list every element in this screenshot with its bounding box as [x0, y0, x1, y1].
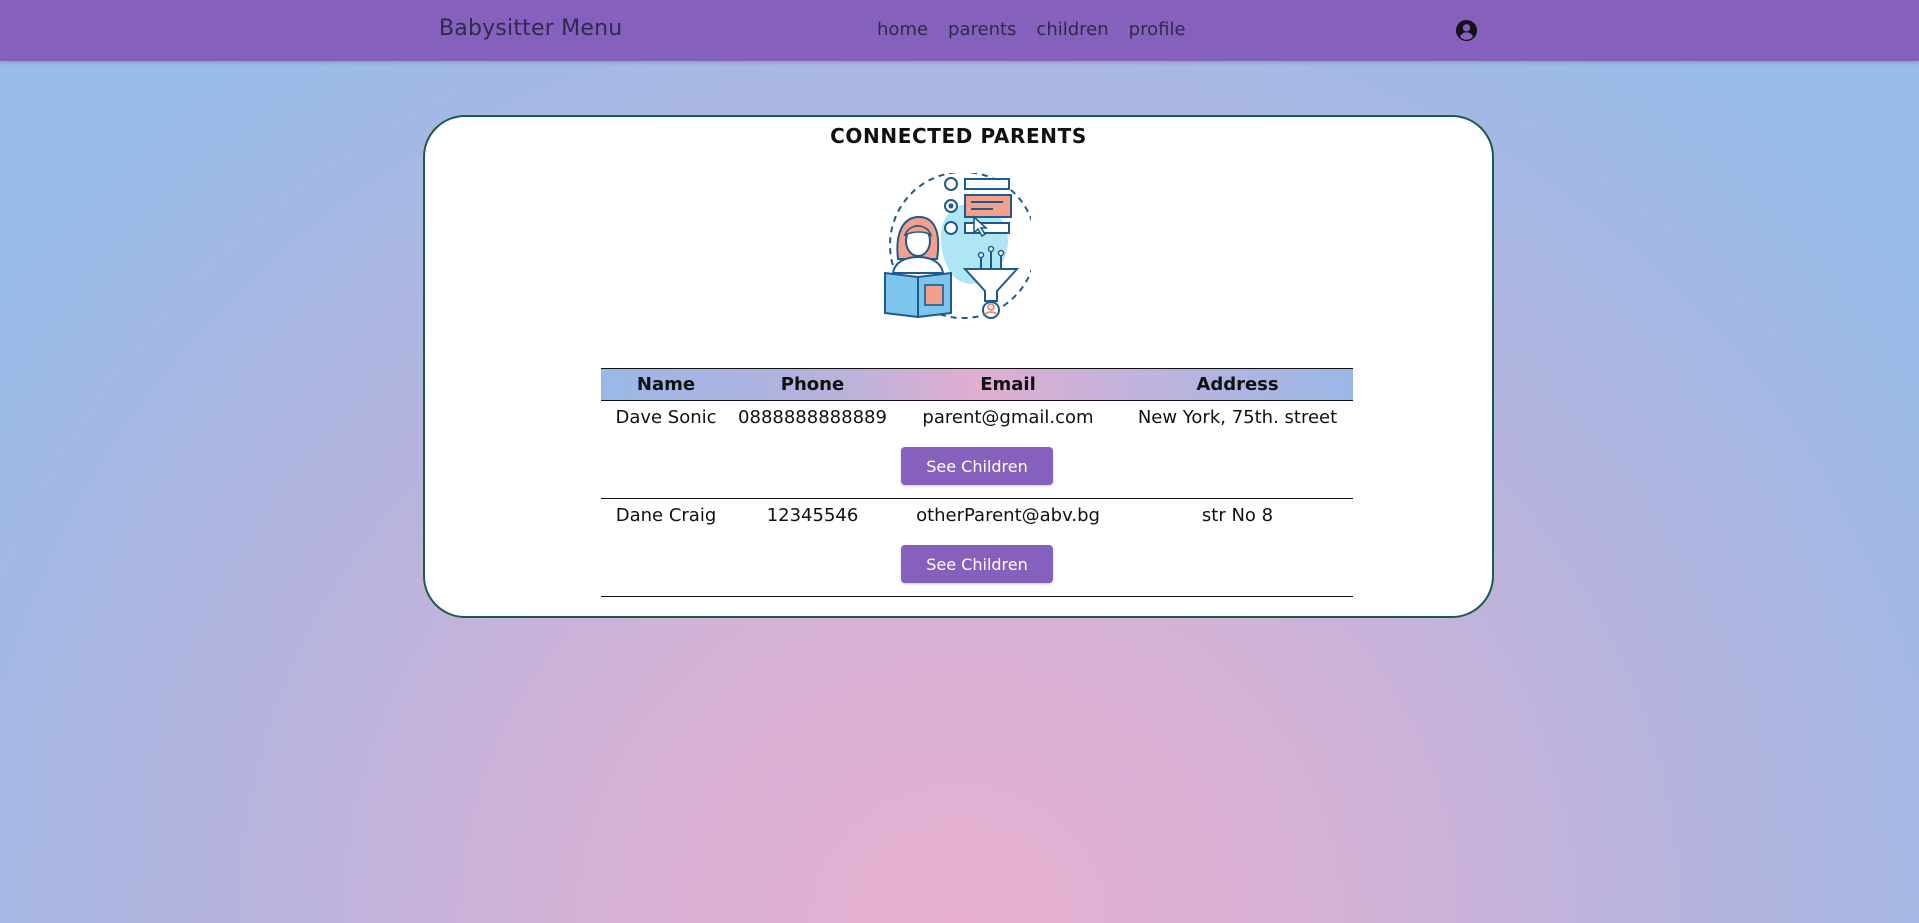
- nav-links: home parents children profile: [877, 19, 1186, 40]
- cell-address: str No 8: [1201, 505, 1274, 526]
- cell-email: parent@gmail.com: [922, 407, 1094, 428]
- column-header-phone: Phone: [780, 374, 845, 395]
- brand-title[interactable]: Babysitter Menu: [439, 16, 622, 41]
- connected-parents-card: CONNECTED PARENTS Name Phone Email Addre…: [423, 115, 1494, 618]
- parents-table: Name Phone Email Address Dave Sonic 0888…: [601, 368, 1353, 597]
- parent-reading-illustration: [884, 173, 1031, 319]
- table-row: Dane Craig 12345546 otherParent@abv.bg s…: [601, 499, 1353, 597]
- cell-address: New York, 75th. street: [1137, 407, 1338, 428]
- nav-link-profile[interactable]: profile: [1129, 19, 1186, 40]
- page-title: CONNECTED PARENTS: [830, 124, 1087, 148]
- table-header: Name Phone Email Address: [601, 368, 1353, 401]
- column-header-address: Address: [1196, 374, 1279, 395]
- cell-phone: 0888888888889: [738, 407, 887, 428]
- column-header-email: Email: [980, 374, 1036, 395]
- nav-link-parents[interactable]: parents: [948, 19, 1016, 40]
- table-row: Dave Sonic 0888888888889 parent@gmail.co…: [601, 401, 1353, 499]
- see-children-button[interactable]: See Children: [901, 447, 1053, 485]
- see-children-button[interactable]: See Children: [901, 545, 1053, 583]
- cell-name: Dave Sonic: [615, 407, 717, 428]
- cell-name: Dane Craig: [615, 505, 717, 526]
- nav-link-home[interactable]: home: [877, 19, 928, 40]
- column-header-name: Name: [636, 374, 696, 395]
- cell-phone: 12345546: [766, 505, 859, 526]
- user-circle-icon[interactable]: [1455, 19, 1478, 42]
- cell-email: otherParent@abv.bg: [916, 505, 1100, 526]
- nav-link-children[interactable]: children: [1036, 19, 1108, 40]
- top-navbar: Babysitter Menu home parents children pr…: [0, 0, 1919, 61]
